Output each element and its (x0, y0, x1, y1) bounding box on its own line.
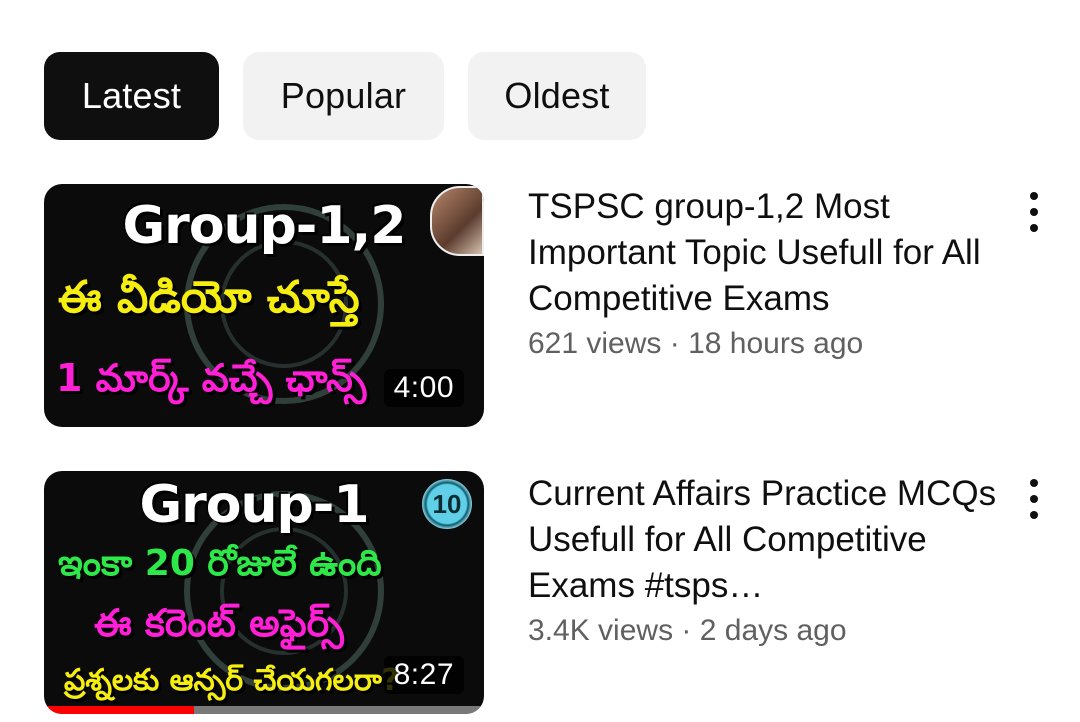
dot (1030, 479, 1038, 487)
dot (1030, 224, 1038, 232)
chip-latest[interactable]: Latest (44, 52, 219, 140)
video-title[interactable]: Current Affairs Practice MCQs Usefull fo… (528, 471, 998, 609)
view-count: 3.4K views (528, 614, 674, 647)
thumbnail-title-text: Group-1 (139, 475, 369, 535)
thumbnail-title-text: Group-1,2 (122, 196, 407, 256)
more-vert-icon[interactable] (1024, 479, 1044, 519)
dot (1030, 208, 1038, 216)
separator-dot: · (673, 614, 700, 647)
chip-popular[interactable]: Popular (243, 52, 444, 140)
dot (1030, 511, 1038, 519)
thumbnail-text-line: ప్రశ్నలకు ఆన్సర్ చేయగలరా? (64, 663, 400, 698)
video-thumbnail[interactable]: Group-1,2 ఈ వీడియో చూస్తే 1 మార్క్ వచ్చే… (44, 184, 484, 427)
duration-badge: 4:00 (383, 369, 464, 407)
thumbnail-text-line: 1 మార్క్ వచ్చే ఛాన్స్ (56, 356, 367, 400)
view-count: 621 views (528, 327, 662, 360)
filter-chips: Latest Popular Oldest (44, 52, 646, 140)
video-item[interactable]: Group-1 10 ఇంకా 20 రోజులే ఉంది ఈ కరెంట్ … (44, 471, 1044, 715)
thumbnail-text-line: ఈ కరెంట్ అఫైర్స్ (94, 601, 344, 645)
watch-progress-fill (44, 706, 194, 714)
video-stats: 3.4K views · 2 days ago (528, 611, 998, 651)
upload-age: 2 days ago (699, 614, 847, 647)
channel-videos-page: Latest Popular Oldest Group-1,2 ఈ వీడియో… (0, 0, 1080, 722)
presenter-avatar-image (430, 186, 484, 256)
watch-progress-bar (44, 706, 484, 714)
thumbnail-text-line: ఈ వీడియో చూస్తే (58, 272, 360, 323)
number-badge: 10 (422, 479, 472, 529)
more-vert-icon[interactable] (1024, 192, 1044, 232)
duration-badge: 8:27 (383, 656, 464, 694)
thumbnail-text-line: ఇంకా 20 రోజులే ఉంది (58, 543, 382, 584)
video-item[interactable]: Group-1,2 ఈ వీడియో చూస్తే 1 మార్క్ వచ్చే… (44, 184, 1044, 428)
video-stats: 621 views · 18 hours ago (528, 324, 998, 364)
video-title[interactable]: TSPSC group-1,2 Most Important Topic Use… (528, 184, 998, 322)
video-thumbnail[interactable]: Group-1 10 ఇంకా 20 రోజులే ఉంది ఈ కరెంట్ … (44, 471, 484, 714)
dot (1030, 192, 1038, 200)
dot (1030, 495, 1038, 503)
separator-dot: · (661, 327, 689, 360)
video-meta: Current Affairs Practice MCQs Usefull fo… (528, 471, 998, 651)
chip-oldest[interactable]: Oldest (468, 52, 646, 140)
video-meta: TSPSC group-1,2 Most Important Topic Use… (528, 184, 998, 364)
upload-age: 18 hours ago (688, 327, 864, 360)
